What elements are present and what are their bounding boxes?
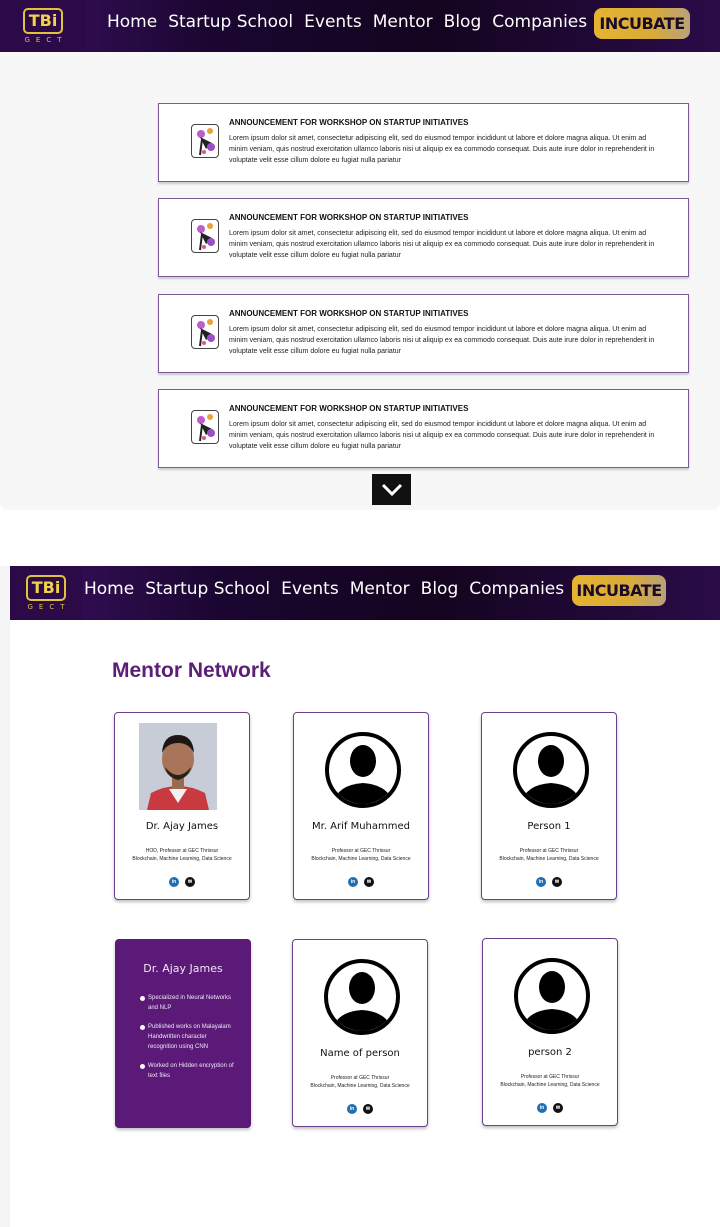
social-links: in ✉ bbox=[294, 877, 428, 887]
nav-blog-link[interactable]: Blog bbox=[421, 579, 459, 599]
mentor-card[interactable]: Mr. Arif Muhammed Professor at GEC Thris… bbox=[293, 712, 429, 900]
tbi-logo[interactable]: TBi GECT bbox=[10, 566, 82, 620]
social-links: in ✉ bbox=[115, 877, 249, 887]
mentor-name: Mr. Arif Muhammed bbox=[311, 821, 411, 832]
mail-icon[interactable]: ✉ bbox=[185, 877, 195, 887]
section-title: Mentor Network bbox=[112, 659, 271, 682]
mentor-role: HOD, Professor at GEC Thrissur bbox=[145, 848, 219, 854]
social-links: in ✉ bbox=[482, 877, 616, 887]
workshop-icon bbox=[191, 219, 219, 253]
mentor-skills: Blockchain, Machine Learning, Data Scien… bbox=[500, 1082, 600, 1088]
workshop-icon bbox=[191, 124, 219, 158]
logo-subtext: GECT bbox=[24, 36, 68, 44]
mentor-card[interactable]: Person 1 Professor at GEC Thrissur Block… bbox=[481, 712, 617, 900]
announcement-card[interactable]: ANNOUNCEMENT FOR WORKSHOP ON STARTUP INI… bbox=[158, 389, 689, 468]
mentor-name: Name of person bbox=[320, 1048, 400, 1059]
announcement-title: ANNOUNCEMENT FOR WORKSHOP ON STARTUP INI… bbox=[229, 118, 469, 127]
logo-mark: TBi bbox=[22, 8, 64, 34]
nav-companies-link[interactable]: Companies bbox=[469, 579, 564, 599]
logo-mark: TBi bbox=[25, 575, 67, 601]
social-links: in ✉ bbox=[483, 1103, 617, 1113]
social-links: in ✉ bbox=[293, 1104, 427, 1114]
nav-home-link[interactable]: Home bbox=[84, 579, 134, 599]
announcement-text: Lorem ipsum dolor sit amet, consectetur … bbox=[229, 326, 655, 355]
mentor-detail-name: Dr. Ajay James bbox=[143, 962, 223, 975]
mail-icon[interactable]: ✉ bbox=[552, 877, 562, 887]
nav-companies-link[interactable]: Companies bbox=[492, 12, 587, 32]
linkedin-icon[interactable]: in bbox=[537, 1103, 547, 1113]
incubate-button[interactable]: INCUBATE bbox=[594, 8, 690, 39]
mentor-skills: Blockchain, Machine Learning, Data Scien… bbox=[499, 856, 599, 862]
mentor-detail-card[interactable]: Dr. Ajay James Specialized in Neural Net… bbox=[115, 939, 251, 1128]
mail-icon[interactable]: ✉ bbox=[363, 1104, 373, 1114]
avatar-placeholder-icon bbox=[325, 732, 401, 808]
logo-subtext: GECT bbox=[27, 603, 71, 611]
tbi-logo[interactable]: TBi GECT bbox=[0, 0, 86, 52]
main-menu: Home Startup School Events Mentor Blog C… bbox=[84, 579, 575, 599]
mentor-photo bbox=[139, 723, 217, 810]
mentor-skills: Blockchain, Machine Learning, Data Scien… bbox=[310, 1083, 410, 1089]
page-gutter bbox=[0, 566, 10, 1227]
mentor-detail-item: Published works on Malayalam Handwritten… bbox=[140, 1022, 236, 1052]
main-menu: Home Startup School Events Mentor Blog C… bbox=[107, 12, 598, 32]
mentor-role: Professor at GEC Thrissur bbox=[519, 848, 579, 854]
mentor-skills: Blockchain, Machine Learning, Data Scien… bbox=[132, 856, 232, 862]
mentor-card[interactable]: person 2 Professor at GEC Thrissur Block… bbox=[482, 938, 618, 1126]
avatar-placeholder-icon bbox=[324, 959, 400, 1035]
linkedin-icon[interactable]: in bbox=[347, 1104, 357, 1114]
avatar-placeholder-icon bbox=[513, 732, 589, 808]
announcement-text: Lorem ipsum dolor sit amet, consectetur … bbox=[229, 230, 655, 259]
announcement-text: Lorem ipsum dolor sit amet, consectetur … bbox=[229, 135, 655, 164]
mentor-detail-item: Specialized in Neural Networks and NLP bbox=[140, 993, 236, 1013]
mail-icon[interactable]: ✉ bbox=[364, 877, 374, 887]
nav-events-link[interactable]: Events bbox=[304, 12, 362, 32]
top-navbar: TBi GECT Home Startup School Events Ment… bbox=[0, 0, 720, 52]
mentor-role: Professor at GEC Thrissur bbox=[330, 1075, 390, 1081]
nav-home-link[interactable]: Home bbox=[107, 12, 157, 32]
mentor-name: Dr. Ajay James bbox=[145, 821, 219, 832]
mentor-card[interactable]: Name of person Professor at GEC Thrissur… bbox=[292, 939, 428, 1127]
nav-startup-school-link[interactable]: Startup School bbox=[168, 12, 293, 32]
nav-startup-school-link[interactable]: Startup School bbox=[145, 579, 270, 599]
announcement-title: ANNOUNCEMENT FOR WORKSHOP ON STARTUP INI… bbox=[229, 213, 469, 222]
linkedin-icon[interactable]: in bbox=[348, 877, 358, 887]
nav-blog-link[interactable]: Blog bbox=[444, 12, 482, 32]
workshop-icon bbox=[191, 410, 219, 444]
linkedin-icon[interactable]: in bbox=[536, 877, 546, 887]
announcement-text: Lorem ipsum dolor sit amet, consectetur … bbox=[229, 421, 655, 450]
linkedin-icon[interactable]: in bbox=[169, 877, 179, 887]
mentor-card[interactable]: Dr. Ajay James HOD, Professor at GEC Thr… bbox=[114, 712, 250, 900]
announcement-card[interactable]: ANNOUNCEMENT FOR WORKSHOP ON STARTUP INI… bbox=[158, 103, 689, 182]
show-more-button[interactable] bbox=[372, 474, 411, 505]
workshop-icon bbox=[191, 315, 219, 349]
announcement-title: ANNOUNCEMENT FOR WORKSHOP ON STARTUP INI… bbox=[229, 309, 469, 318]
mentor-role: Professor at GEC Thrissur bbox=[331, 848, 391, 854]
mentor-detail-list: Specialized in Neural Networks and NLP P… bbox=[140, 993, 236, 1090]
announcement-title: ANNOUNCEMENT FOR WORKSHOP ON STARTUP INI… bbox=[229, 404, 469, 413]
nav-mentor-link[interactable]: Mentor bbox=[350, 579, 410, 599]
nav-events-link[interactable]: Events bbox=[281, 579, 339, 599]
announcement-card[interactable]: ANNOUNCEMENT FOR WORKSHOP ON STARTUP INI… bbox=[158, 294, 689, 373]
mentor-detail-item: Worked on Hidden encryption of text file… bbox=[140, 1061, 236, 1081]
nav-mentor-link[interactable]: Mentor bbox=[373, 12, 433, 32]
avatar-placeholder-icon bbox=[514, 958, 590, 1034]
chevron-down-icon bbox=[381, 483, 402, 496]
mentor-name: person 2 bbox=[528, 1047, 572, 1058]
mentor-name: Person 1 bbox=[527, 821, 571, 832]
mentor-role: Professor at GEC Thrissur bbox=[520, 1074, 580, 1080]
incubate-button[interactable]: INCUBATE bbox=[572, 575, 666, 606]
mail-icon[interactable]: ✉ bbox=[553, 1103, 563, 1113]
mentor-skills: Blockchain, Machine Learning, Data Scien… bbox=[311, 856, 411, 862]
announcement-card[interactable]: ANNOUNCEMENT FOR WORKSHOP ON STARTUP INI… bbox=[158, 198, 689, 277]
